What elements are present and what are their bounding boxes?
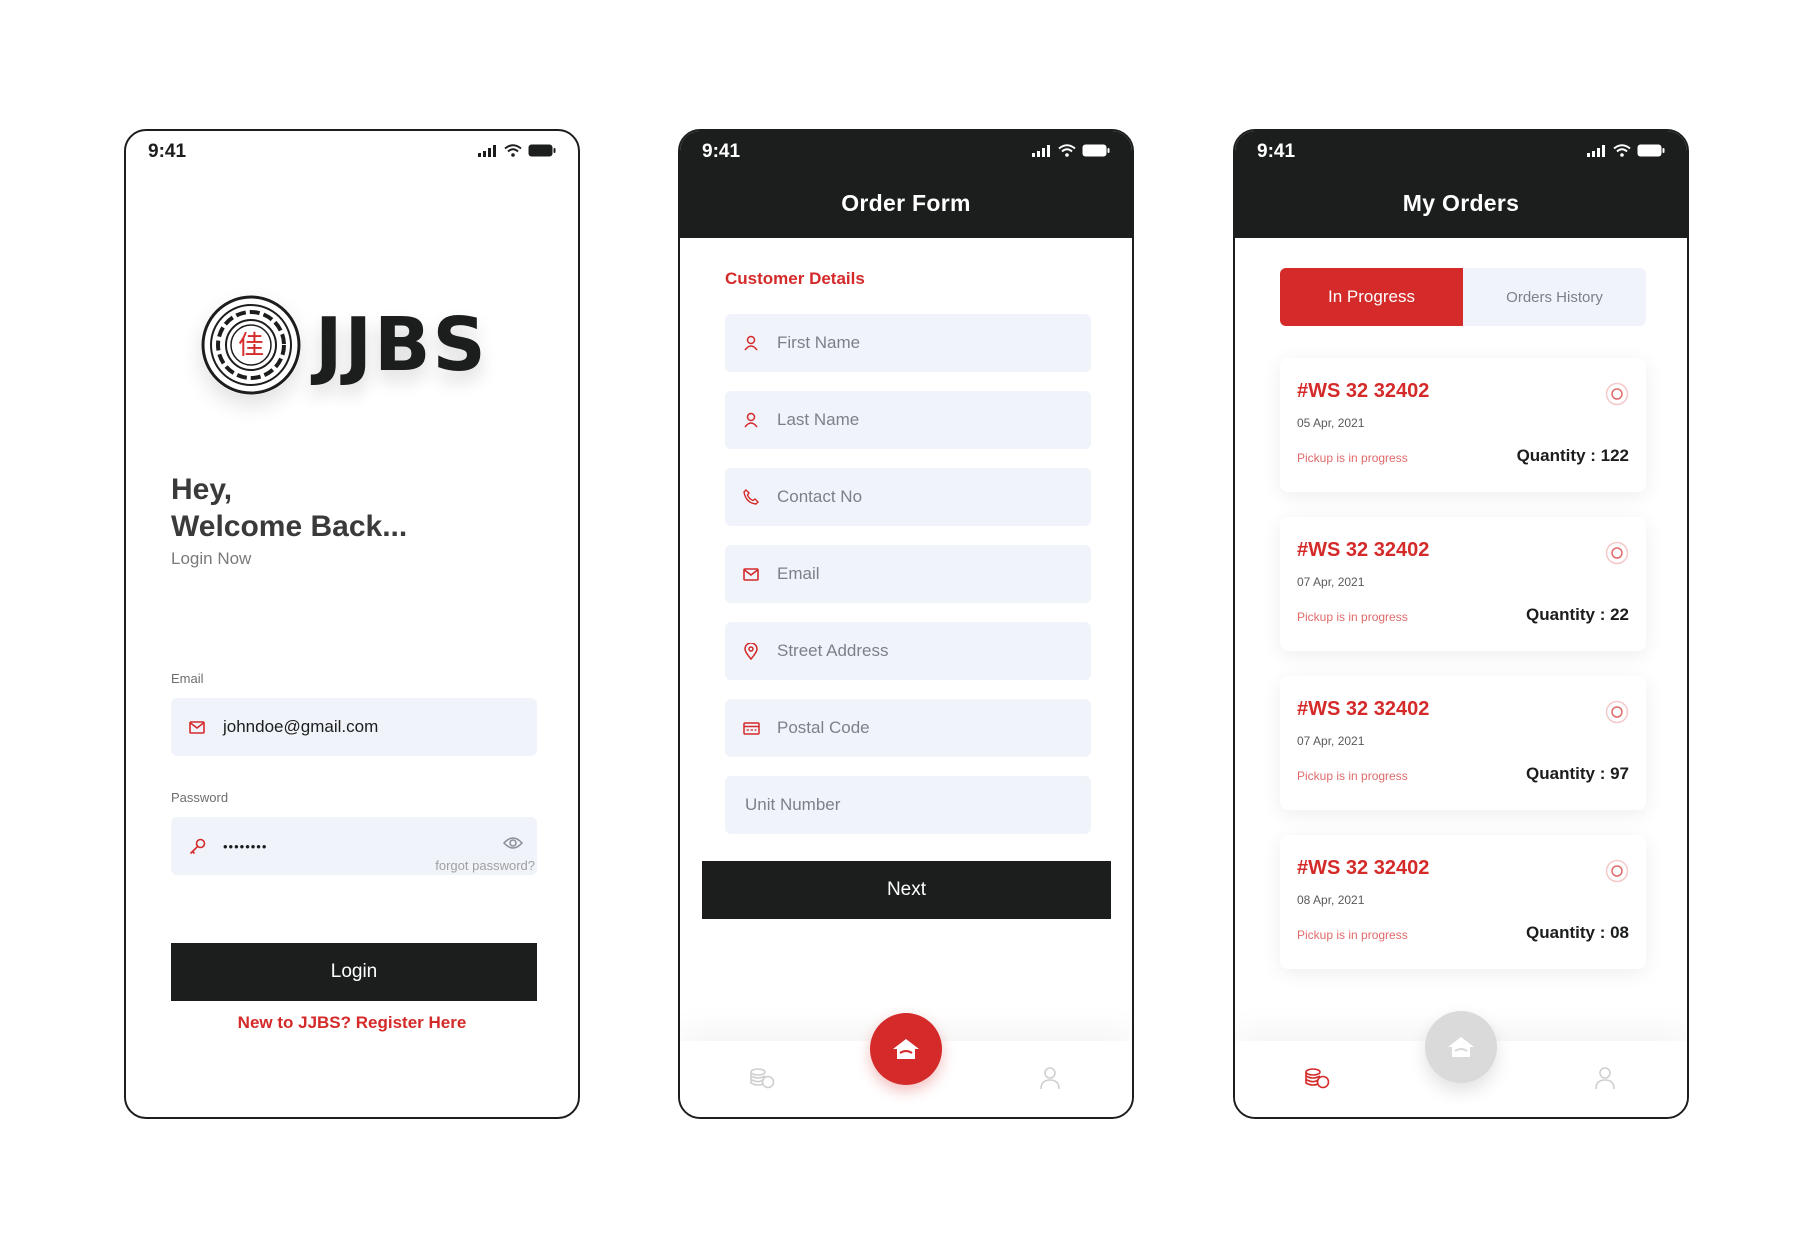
logo-emblem-icon: 佳 [201,295,301,395]
order-quantity: Quantity : 08 [1526,923,1629,942]
contact-no-placeholder: Contact No [777,487,863,506]
phone-icon [742,488,760,506]
order-id: #WS 32 32402 [1297,857,1430,879]
wifi-icon [1613,144,1631,157]
home-button[interactable] [1425,1011,1497,1083]
order-status: Pickup is in progress [1297,769,1408,783]
wifi-icon [1058,144,1076,157]
status-radio-icon [1605,859,1629,883]
status-time: 9:41 [702,141,741,162]
home-button[interactable] [870,1013,942,1085]
my-orders-header: 9:41 My Orders [1235,131,1687,238]
login-button[interactable]: Login [171,943,537,1001]
home-icon [1448,1037,1474,1057]
password-value: •••••••• [223,838,268,854]
order-quantity: Quantity : 22 [1526,605,1629,624]
page-title: Order Form [841,190,971,216]
signal-icon [1032,145,1050,157]
first-name-field[interactable]: First Name [725,314,1091,372]
unit-number-field[interactable]: Unit Number [725,776,1091,834]
greeting-line-1: Hey, [171,473,233,506]
profile-icon[interactable] [1035,1063,1065,1093]
order-date: 05 Apr, 2021 [1297,416,1365,430]
status-time: 9:41 [1257,141,1296,162]
logo-glyph: 佳 [238,331,264,361]
tab-in-progress[interactable]: In Progress [1280,268,1463,326]
wifi-icon [504,144,522,157]
battery-icon [528,144,556,157]
greeting-line-2: Welcome Back... [171,510,408,543]
tab-orders-history[interactable]: Orders History [1463,268,1646,326]
home-icon [893,1039,919,1059]
status-time: 9:41 [148,141,187,162]
order-id: #WS 32 32402 [1297,380,1430,402]
order-quantity: Quantity : 97 [1526,764,1629,783]
signal-icon [1587,145,1605,157]
order-tabs: In Progress Orders History [1280,268,1646,326]
user-icon [742,334,760,352]
order-status: Pickup is in progress [1297,928,1408,942]
last-name-field[interactable]: Last Name [725,391,1091,449]
welcome-heading: Hey, Welcome Back... [171,471,407,545]
signal-icon [478,145,496,157]
email-field[interactable]: johndoe@gmail.com [171,698,537,756]
status-radio-icon [1605,382,1629,406]
customer-details-heading: Customer Details [725,269,865,288]
coins-icon[interactable] [747,1063,777,1093]
order-form-screen: 9:41 Order Form Customer Details First N… [678,129,1134,1119]
order-card[interactable]: #WS 32 32402 08 Apr, 2021 Pickup is in p… [1280,835,1646,969]
order-quantity: Quantity : 122 [1516,446,1629,465]
eye-icon[interactable] [502,836,524,855]
status-bar: 9:41 [126,131,578,175]
battery-icon [1082,144,1110,157]
mail-icon [188,718,206,736]
email-field[interactable]: Email [725,545,1091,603]
next-button[interactable]: Next [702,861,1111,919]
user-icon [742,411,760,429]
order-id: #WS 32 32402 [1297,539,1430,561]
order-id: #WS 32 32402 [1297,698,1430,720]
forgot-password-link[interactable]: forgot password? [435,858,535,873]
order-date: 07 Apr, 2021 [1297,575,1365,589]
logo-text: JJBS [315,302,488,388]
email-value: johndoe@gmail.com [223,717,379,736]
email-placeholder: Email [777,564,820,583]
postal-code-placeholder: Postal Code [777,718,870,737]
order-card[interactable]: #WS 32 32402 05 Apr, 2021 Pickup is in p… [1280,358,1646,492]
status-radio-icon [1605,700,1629,724]
order-form-header: 9:41 Order Form [680,131,1132,238]
coins-icon[interactable] [1302,1063,1332,1093]
order-card[interactable]: #WS 32 32402 07 Apr, 2021 Pickup is in p… [1280,517,1646,651]
login-subtitle: Login Now [171,549,252,568]
order-date: 08 Apr, 2021 [1297,893,1365,907]
email-label: Email [171,671,204,686]
order-card[interactable]: #WS 32 32402 07 Apr, 2021 Pickup is in p… [1280,676,1646,810]
order-status: Pickup is in progress [1297,610,1408,624]
street-address-placeholder: Street Address [777,641,889,660]
status-radio-icon [1605,541,1629,565]
order-date: 07 Apr, 2021 [1297,734,1365,748]
postal-card-icon [742,719,760,737]
first-name-placeholder: First Name [777,333,861,352]
street-address-field[interactable]: Street Address [725,622,1091,680]
my-orders-screen: 9:41 My Orders In Progress Orders Histor… [1233,129,1689,1119]
password-label: Password [171,790,229,805]
postal-code-field[interactable]: Postal Code [725,699,1091,757]
app-logo: 佳 JJBS [201,295,488,395]
key-icon [188,837,206,855]
location-pin-icon [742,642,760,660]
last-name-placeholder: Last Name [777,410,860,429]
login-screen: 9:41 佳 JJBS Hey, Welcome Back... Login N… [124,129,580,1119]
battery-icon [1637,144,1665,157]
order-status: Pickup is in progress [1297,451,1408,465]
mail-icon [742,565,760,583]
unit-number-placeholder: Unit Number [745,795,841,814]
profile-icon[interactable] [1590,1063,1620,1093]
register-link[interactable]: New to JJBS? Register Here [126,1013,578,1033]
page-title: My Orders [1402,190,1520,216]
contact-no-field[interactable]: Contact No [725,468,1091,526]
